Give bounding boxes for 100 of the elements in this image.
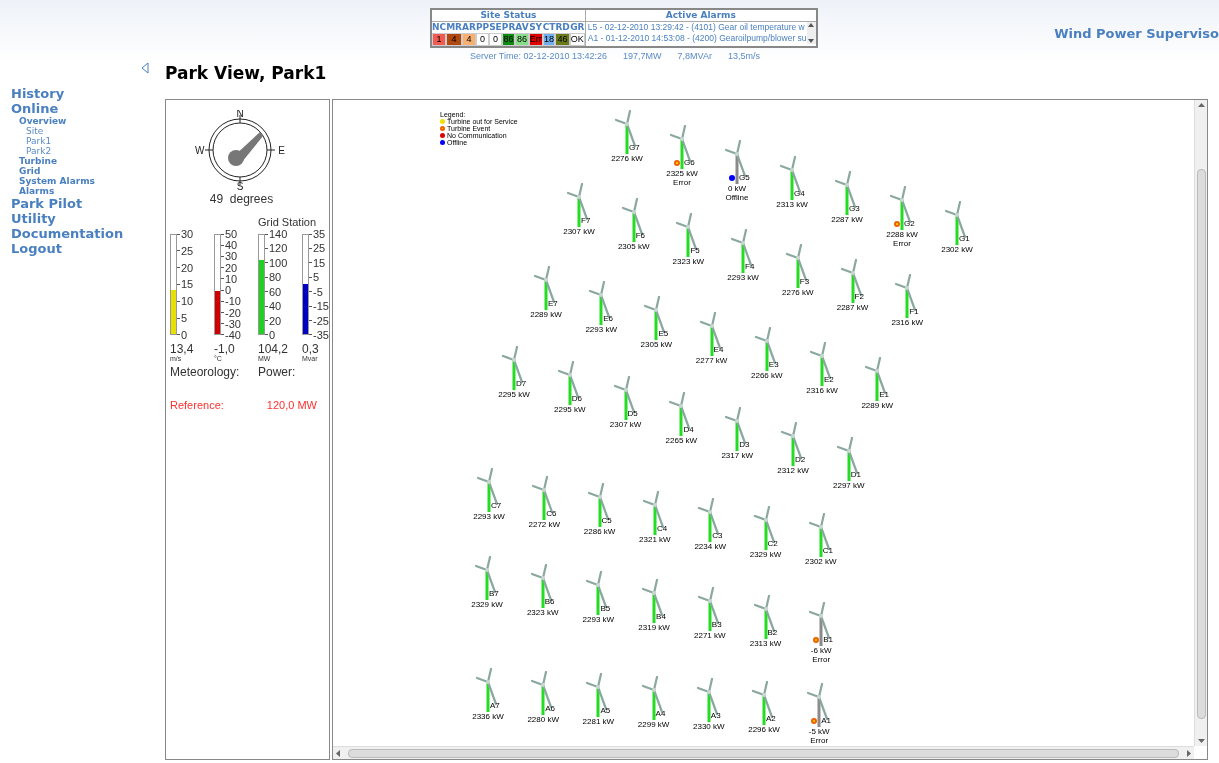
panel-heading: Active Alarms xyxy=(585,10,816,22)
turbine-id: B2 xyxy=(767,627,778,637)
turbine-power: 2289 kW xyxy=(530,310,562,319)
vertical-scrollbar[interactable] xyxy=(1194,100,1207,746)
turbine-id: A4 xyxy=(655,708,666,718)
gauge-tick-label: 50 xyxy=(225,229,238,239)
turbine-power: 2336 kW xyxy=(472,712,504,721)
turbine-id: F2 xyxy=(854,292,864,301)
turbine-power: 2280 kW xyxy=(527,714,559,724)
gauge-tick-label: 30 xyxy=(181,229,194,239)
status-code: SE xyxy=(489,22,502,33)
turbine-id: F1 xyxy=(909,307,919,317)
turbine-power: 2297 kW xyxy=(833,481,865,491)
status-count: 4 xyxy=(446,33,463,46)
nav-link[interactable]: Logout xyxy=(11,241,165,256)
panel-heading: Site Status xyxy=(432,10,585,22)
status-code: AR xyxy=(462,22,476,33)
turbine-id: D7 xyxy=(516,379,527,388)
turbine-id: C5 xyxy=(601,516,612,525)
status-code: NC xyxy=(432,22,447,33)
collapse-icon[interactable] xyxy=(141,62,149,74)
gauge-tick-label: 15 xyxy=(181,279,194,290)
turbine-status-text: Offline xyxy=(725,193,749,203)
turbine-id: G4 xyxy=(794,188,805,198)
scrollbar[interactable] xyxy=(806,22,816,44)
gauge-tick-label: 0 xyxy=(181,329,188,340)
gauge-tick-label: -20 xyxy=(225,307,241,318)
nav-link[interactable]: Online xyxy=(11,101,165,116)
gauge-tick-label: 40 xyxy=(225,240,238,251)
reference-value: 120,0 MW xyxy=(266,398,317,413)
nav-link[interactable]: Overview xyxy=(11,116,165,126)
wind-direction: 49 degrees xyxy=(208,191,275,208)
turbine-power: 2288 kW xyxy=(886,230,918,239)
page-title: Park View, Park1 xyxy=(165,62,328,85)
scroll-left-icon[interactable] xyxy=(335,749,340,757)
turbine-power: 2323 kW xyxy=(672,257,705,267)
turbine-id: F5 xyxy=(690,246,700,256)
turbine-power: 2307 kW xyxy=(563,227,595,236)
nav-link[interactable]: Park1 xyxy=(11,136,165,146)
scroll-up-icon[interactable] xyxy=(808,22,815,27)
nav-link[interactable]: Site xyxy=(11,126,165,136)
nav-link[interactable]: Utility xyxy=(11,211,165,226)
gauge-tick-label: 15 xyxy=(313,257,326,268)
nav-link[interactable]: Park2 xyxy=(11,146,165,156)
turbine-id: C6 xyxy=(546,508,557,518)
gauge-tick-label: -10 xyxy=(225,296,241,307)
gauge-tick-label: -25 xyxy=(313,315,329,326)
turbine-power: 2330 kW xyxy=(693,722,725,731)
gauge-tick-label: 100 xyxy=(269,257,288,268)
nav-link[interactable]: System Alarms xyxy=(11,176,165,186)
compass-drawing: N E S W xyxy=(194,110,285,190)
turbine-id: G3 xyxy=(849,203,860,213)
turbine-id: B3 xyxy=(711,619,722,629)
turbine-power: 2307 kW xyxy=(609,420,642,430)
scroll-right-icon[interactable] xyxy=(1187,749,1192,757)
nav-link[interactable]: Park Pilot xyxy=(11,196,165,211)
nav-link[interactable]: Alarms xyxy=(11,186,165,196)
nav-link[interactable]: Grid xyxy=(11,166,165,176)
turbine-power: 2305 kW xyxy=(640,340,673,350)
gauge-tick-label: 10 xyxy=(225,273,238,284)
turbine-id: C7 xyxy=(491,501,502,510)
turbine-id: E7 xyxy=(548,299,558,308)
nav-link[interactable]: History xyxy=(11,86,165,101)
turbine-id: C3 xyxy=(712,531,723,540)
scroll-up-icon[interactable] xyxy=(1197,102,1205,107)
gauge-value: 104,2 xyxy=(258,343,290,355)
status-count: 4 xyxy=(462,33,476,46)
nav-link[interactable]: Documentation xyxy=(11,226,165,241)
gauge-tick-label: 0 xyxy=(269,329,276,340)
turbine-id: F3 xyxy=(799,276,810,286)
turbine-id: B4 xyxy=(656,612,666,622)
alarm-entry[interactable]: L5 - 02-12-2010 13:29:42 - (4101) Gear oil temperature w xyxy=(587,22,807,33)
turbine-power: 2293 kW xyxy=(582,615,615,625)
turbine-power: 2272 kW xyxy=(528,519,561,529)
turbine-id: E6 xyxy=(603,314,613,324)
turbine-power: 2316 kW xyxy=(806,386,838,395)
turbine-power: 2276 kW xyxy=(782,287,814,297)
alarm-entry[interactable]: A1 - 01-12-2010 14:53:08 - (4200) Gearoilpump/blower su xyxy=(587,33,807,44)
turbine-power: 0 kW xyxy=(727,184,747,194)
turbine-power: 2323 kW xyxy=(526,607,559,617)
scroll-thumb[interactable] xyxy=(348,748,1179,758)
scroll-down-icon[interactable] xyxy=(808,39,815,44)
turbine-power: 2319 kW xyxy=(638,623,670,633)
turbine-id: D3 xyxy=(739,439,750,449)
status-code: PR xyxy=(501,22,516,33)
status-code: RD xyxy=(555,22,570,33)
turbine-power: 2305 kW xyxy=(617,242,650,252)
turbine-power: 2321 kW xyxy=(639,534,671,544)
scroll-down-icon[interactable] xyxy=(1197,739,1205,744)
turbine-power: 2299 kW xyxy=(637,719,670,729)
turbine-id: A5 xyxy=(600,706,611,715)
nav-link[interactable]: Turbine xyxy=(11,156,165,166)
turbine-status-text: Error xyxy=(812,655,831,665)
scroll-thumb[interactable] xyxy=(1196,169,1206,719)
horizontal-scrollbar[interactable] xyxy=(333,746,1194,759)
status-code: AV xyxy=(515,22,529,33)
gauge-tick-label: 5 xyxy=(181,313,188,324)
turbine-id: A1 xyxy=(821,716,831,725)
gauge-tick-label: 25 xyxy=(313,243,326,254)
gauge-value: 0,3 xyxy=(302,343,320,355)
